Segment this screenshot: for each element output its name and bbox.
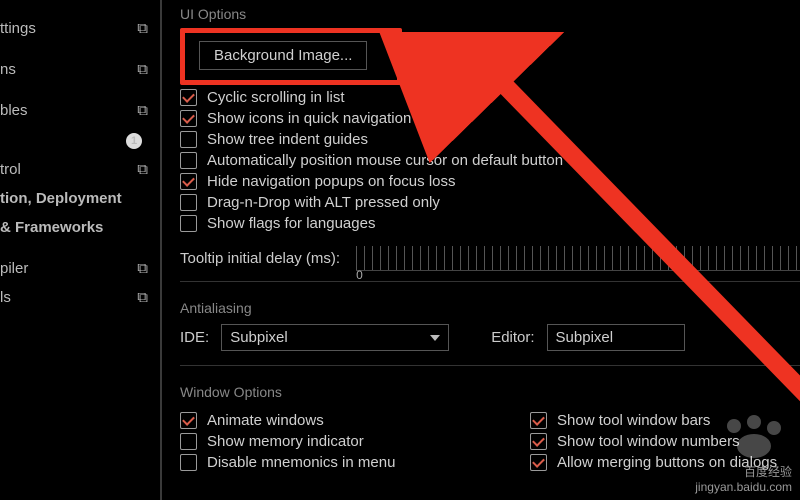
main-panel: UI Options Background Image... Cyclic sc… <box>160 0 800 500</box>
chevron-down-icon <box>430 335 440 341</box>
checkbox-label: Disable mnemonics in menu <box>207 454 395 471</box>
sidebar-item[interactable] <box>0 84 154 96</box>
sidebar-item <box>0 242 154 254</box>
editor-antialiasing-select[interactable]: Subpixel <box>547 324 685 351</box>
checkbox-label: Drag-n-Drop with ALT pressed only <box>207 194 440 211</box>
copy-icon: ⧉ <box>137 289 148 306</box>
checkbox-label: Show memory indicator <box>207 433 364 450</box>
checkbox[interactable] <box>530 433 547 450</box>
watermark: 百度经验jingyan.baidu.com <box>695 465 792 494</box>
divider <box>180 365 800 366</box>
sidebar-item[interactable]: tion, Deployment <box>0 184 154 213</box>
checkbox-option[interactable]: Show icons in quick navigation <box>180 110 800 127</box>
checkbox[interactable] <box>180 454 197 471</box>
badge: 1 <box>126 133 142 149</box>
checkbox-option[interactable]: Hide navigation popups on focus loss <box>180 173 800 190</box>
checkbox[interactable] <box>180 173 197 190</box>
editor-label: Editor: <box>491 329 534 346</box>
checkbox-option[interactable]: Show memory indicator <box>180 433 450 450</box>
sidebar-item[interactable]: ns⧉ <box>0 55 154 84</box>
sidebar-item[interactable]: ttings⧉ <box>0 14 154 43</box>
checkbox[interactable] <box>530 454 547 471</box>
checkbox[interactable] <box>180 433 197 450</box>
checkbox[interactable] <box>180 131 197 148</box>
checkbox-label: Cyclic scrolling in list <box>207 89 345 106</box>
watermark-paw-icon <box>720 414 790 460</box>
checkbox-option[interactable]: Disable mnemonics in menu <box>180 454 450 471</box>
checkbox[interactable] <box>180 152 197 169</box>
sidebar-item[interactable]: piler⧉ <box>0 254 154 283</box>
copy-icon: ⧉ <box>137 260 148 277</box>
section-antialiasing: Antialiasing <box>180 300 800 316</box>
checkbox-label: Animate windows <box>207 412 324 429</box>
checkbox-option[interactable]: Show tree indent guides <box>180 131 800 148</box>
checkbox[interactable] <box>180 110 197 127</box>
checkbox-label: Show icons in quick navigation <box>207 110 411 127</box>
checkbox-option[interactable]: Show flags for languages <box>180 215 800 232</box>
sidebar-item[interactable]: trol⧉ <box>0 155 154 184</box>
checkbox-label: Show tree indent guides <box>207 131 368 148</box>
background-image-button[interactable]: Background Image... <box>199 41 367 70</box>
sidebar-item[interactable]: bles⧉ <box>0 96 154 125</box>
checkbox-option[interactable]: Automatically position mouse cursor on d… <box>180 152 800 169</box>
copy-icon: ⧉ <box>137 20 148 37</box>
section-window-options: Window Options <box>180 384 800 400</box>
sidebar-item[interactable]: & Frameworks <box>0 213 154 242</box>
checkbox-label: Show tool window numbers <box>557 433 740 450</box>
tooltip-delay-slider[interactable]: 0 <box>356 246 800 271</box>
checkbox-option[interactable]: Drag-n-Drop with ALT pressed only <box>180 194 800 211</box>
section-ui-options: UI Options <box>180 6 800 22</box>
annotation-highlight: Background Image... <box>180 28 402 85</box>
copy-icon: ⧉ <box>137 161 148 178</box>
sidebar-item[interactable]: 1 <box>0 125 154 155</box>
copy-icon: ⧉ <box>137 102 148 119</box>
sidebar: ttings⧉ ns⧉ bles⧉ 1 trol⧉ tion, Deployme… <box>0 0 160 500</box>
checkbox[interactable] <box>180 194 197 211</box>
checkbox-label: Show tool window bars <box>557 412 710 429</box>
checkbox[interactable] <box>180 412 197 429</box>
checkbox-option[interactable]: Animate windows <box>180 412 450 429</box>
checkbox[interactable] <box>180 215 197 232</box>
sidebar-item[interactable] <box>0 43 154 55</box>
checkbox-label: Automatically position mouse cursor on d… <box>207 152 563 169</box>
checkbox-option[interactable]: Cyclic scrolling in list <box>180 89 800 106</box>
checkbox-label: Hide navigation popups on focus loss <box>207 173 456 190</box>
divider <box>180 281 800 282</box>
ide-antialiasing-select[interactable]: Subpixel <box>221 324 449 351</box>
checkbox-label: Show flags for languages <box>207 215 375 232</box>
tooltip-delay-label: Tooltip initial delay (ms): <box>180 250 340 267</box>
checkbox[interactable] <box>530 412 547 429</box>
sidebar-item[interactable]: ls⧉ <box>0 283 154 312</box>
checkbox[interactable] <box>180 89 197 106</box>
copy-icon: ⧉ <box>137 61 148 78</box>
ide-label: IDE: <box>180 329 209 346</box>
